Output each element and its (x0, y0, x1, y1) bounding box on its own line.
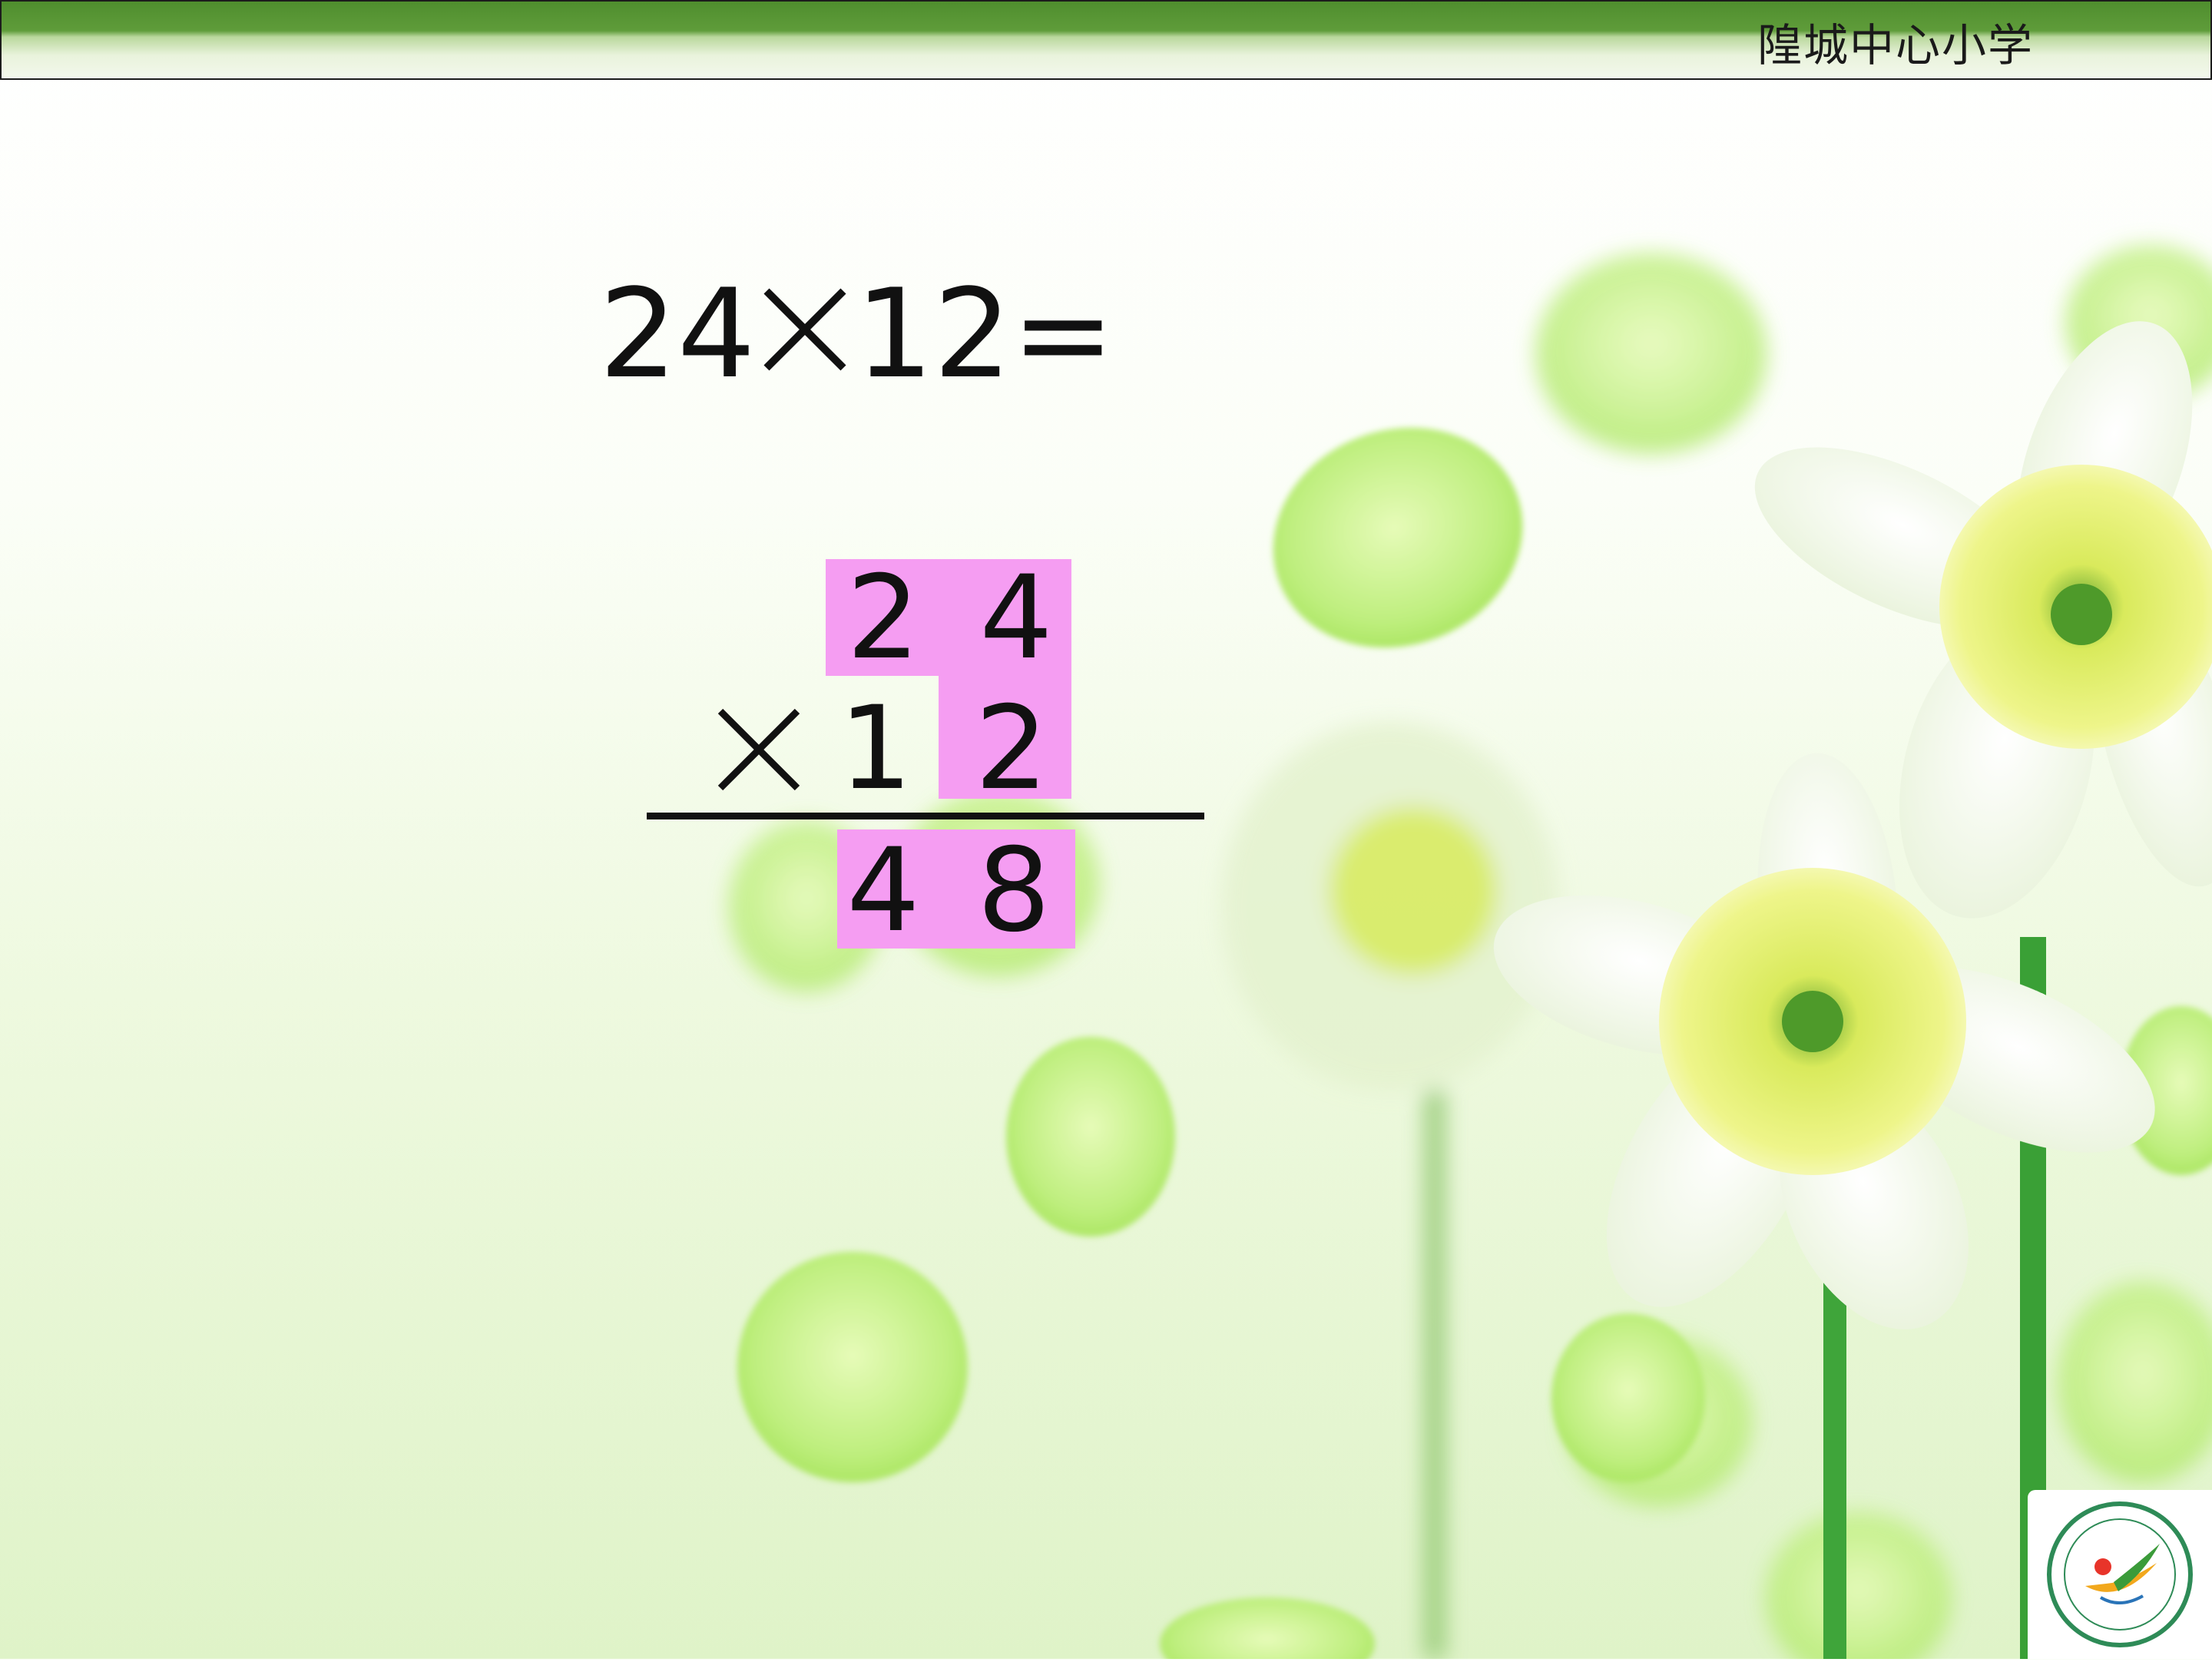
vertical-times-sign-icon (716, 707, 802, 796)
multiplier-ones-digit: 2 (975, 682, 1048, 816)
multiplicand-tens-digit: 2 (846, 551, 920, 685)
header-bar: 隍城中心小学 (0, 0, 2212, 80)
partial-product-tens-digit: 4 (846, 824, 920, 958)
product-rule (647, 813, 1204, 819)
problem-expression: 24 12 = (599, 265, 1152, 403)
multiplicand: 24 (599, 262, 756, 406)
school-logo-icon (2028, 1490, 2212, 1659)
background-flowers (730, 246, 2212, 1659)
multiplicand-ones-digit: 4 (979, 551, 1053, 685)
multiplier: 12 (855, 262, 1012, 406)
school-name: 隍城中心小学 (1757, 19, 2034, 71)
times-sign-icon (756, 265, 856, 403)
multiplier-tens-digit: 1 (839, 682, 912, 816)
partial-product-ones-digit: 8 (977, 824, 1051, 958)
equals-sign: = (1012, 262, 1115, 406)
